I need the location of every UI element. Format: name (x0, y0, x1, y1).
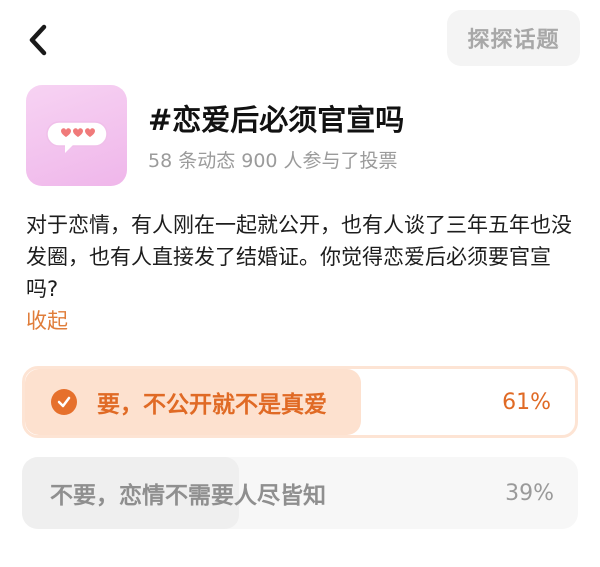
topic-stats: 58 条动态 900 人参与了投票 (148, 150, 398, 172)
topic-cover-image (26, 85, 127, 186)
poll-option-yes[interactable]: 要，不公开就不是真爱 61% (22, 366, 578, 438)
poll-option-label: 要，不公开就不是真爱 (97, 392, 327, 418)
poll-option-no[interactable]: 不要，恋情不需要人尽皆知 39% (22, 457, 578, 529)
speech-bubble-hearts-icon (45, 120, 108, 153)
topic-title: #恋爱后必须官宣吗 (148, 103, 405, 137)
checkmark-icon (51, 389, 77, 415)
topic-description: 对于恋情，有人刚在一起就公开，也有人谈了三年五年也没发圈，也有人直接发了结婚证。… (26, 213, 572, 301)
back-button[interactable] (18, 20, 58, 60)
explore-topics-button[interactable]: 探探话题 (447, 10, 580, 66)
poll-option-percent: 39% (505, 480, 554, 506)
poll-option-percent: 61% (502, 389, 551, 415)
chevron-left-icon (29, 24, 47, 56)
poll-option-label: 不要，恋情不需要人尽皆知 (50, 483, 326, 509)
collapse-link[interactable]: 收起 (26, 305, 68, 337)
